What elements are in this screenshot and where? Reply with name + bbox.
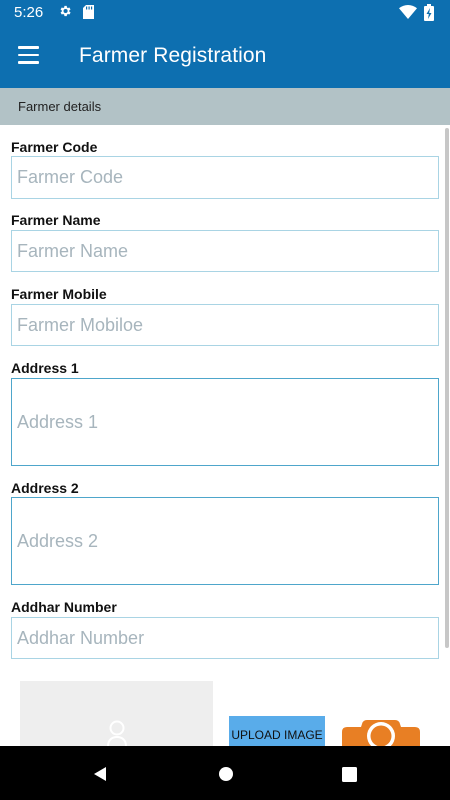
address2-label: Address 2 [11, 480, 79, 496]
back-icon[interactable] [92, 766, 108, 782]
upload-image-button[interactable]: UPLOAD IMAGE [229, 716, 325, 748]
person-icon [107, 720, 127, 746]
addhar-number-label: Addhar Number [11, 599, 117, 615]
status-bar: 5:26 [0, 0, 450, 26]
farmer-name-label: Farmer Name [11, 212, 101, 228]
gear-icon [60, 5, 71, 17]
farmer-code-label: Farmer Code [11, 139, 98, 155]
wifi-icon [399, 5, 417, 19]
addhar-number-input[interactable] [11, 617, 439, 659]
battery-charging-icon [424, 4, 434, 21]
farmer-mobile-label: Farmer Mobile [11, 286, 107, 302]
navigation-bar [0, 746, 450, 800]
home-icon[interactable] [218, 766, 234, 782]
section-title: Farmer details [18, 99, 102, 114]
address2-input[interactable] [11, 497, 439, 585]
app-bar: Farmer Registration [0, 26, 450, 88]
farmer-mobile-input[interactable] [11, 304, 439, 346]
page-title: Farmer Registration [79, 44, 267, 67]
recents-icon[interactable] [342, 767, 357, 782]
farmer-name-input[interactable] [11, 230, 439, 272]
sd-card-icon [83, 5, 94, 19]
hamburger-menu-icon[interactable] [18, 46, 42, 66]
status-time: 5:26 [14, 4, 44, 21]
farmer-code-input[interactable] [11, 156, 439, 199]
address1-input[interactable] [11, 378, 439, 466]
address1-label: Address 1 [11, 360, 79, 376]
section-header: Farmer details [0, 88, 450, 125]
scrollbar[interactable] [445, 128, 449, 648]
